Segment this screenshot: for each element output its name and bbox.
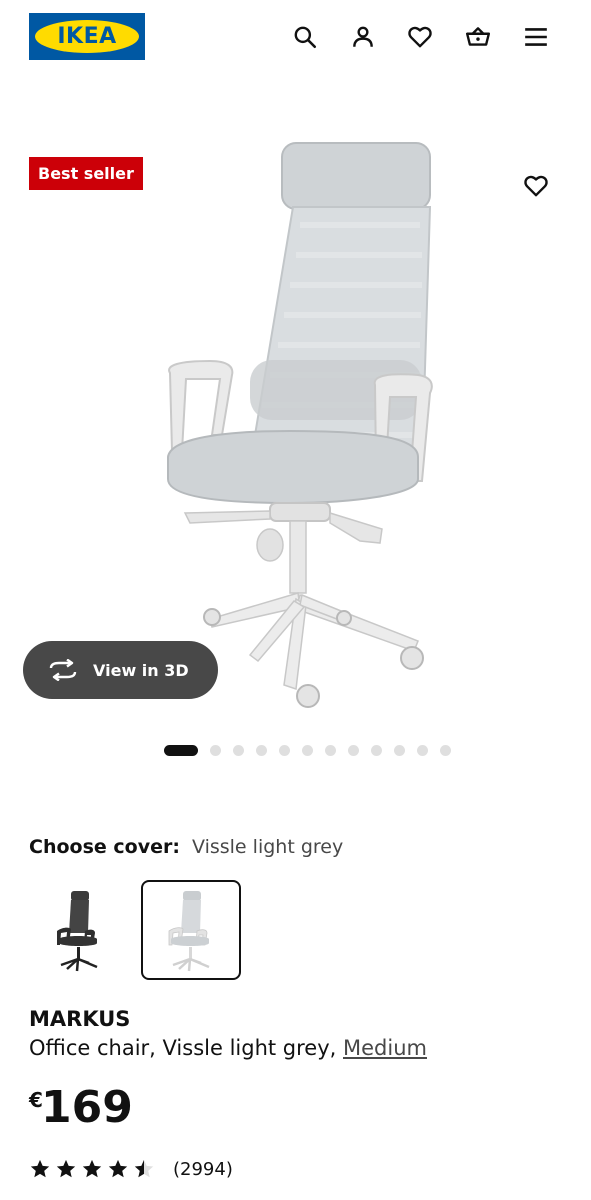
rating-stars [29,1158,159,1180]
star-icon [108,1159,128,1178]
search-icon[interactable] [290,22,320,52]
star-icon [134,1159,154,1178]
gallery-dot[interactable] [164,744,198,756]
add-to-favorites-icon[interactable] [520,170,552,202]
product-description-text: Office chair, Vissle light grey, [29,1036,337,1060]
logo-text: IKEA [57,24,117,49]
rotate-3d-icon [49,659,77,681]
best-seller-badge: Best seller [29,157,143,190]
product-name: MARKUS [29,1007,131,1031]
gallery-dot[interactable] [279,744,290,756]
favorites-icon[interactable] [405,22,435,52]
gallery-dot[interactable] [440,744,451,756]
basket-icon[interactable] [463,22,493,52]
gallery-dot[interactable] [417,744,428,756]
cover-option-light-grey[interactable] [141,880,241,980]
product-image[interactable] [150,135,450,715]
gallery-dot[interactable] [348,744,359,756]
view-in-3d-label: View in 3D [93,660,189,680]
product-description: Office chair, Vissle light grey, Medium [29,1035,427,1061]
cover-label: Choose cover: [29,836,180,858]
gallery-pagination [164,744,463,756]
menu-icon[interactable] [521,22,551,52]
rating-row[interactable]: (2994) [29,1157,233,1181]
gallery-dot[interactable] [233,744,244,756]
view-in-3d-button[interactable]: View in 3D [23,641,218,699]
gallery-dot[interactable] [302,744,313,756]
top-header: IKEA [0,0,591,74]
gallery-dot[interactable] [325,744,336,756]
product-page: IKEA Best seller View in 3D Choose cover… [0,0,591,1200]
gallery-dot[interactable] [256,744,267,756]
star-icon [82,1159,102,1178]
cover-value: Vissle light grey [192,836,344,858]
gallery-dot[interactable] [371,744,382,756]
size-link[interactable]: Medium [343,1036,427,1060]
price-amount: 169 [41,1082,133,1133]
star-icon [30,1159,50,1178]
ikea-logo[interactable]: IKEA [29,13,145,60]
account-icon[interactable] [348,22,378,52]
cover-selector-row: Choose cover: Vissle light grey [29,835,343,859]
review-count: (2994) [173,1158,233,1180]
star-icon [56,1159,76,1178]
gallery-dot[interactable] [210,744,221,756]
cover-option-dark-grey[interactable] [29,880,129,980]
gallery-dot[interactable] [394,744,405,756]
